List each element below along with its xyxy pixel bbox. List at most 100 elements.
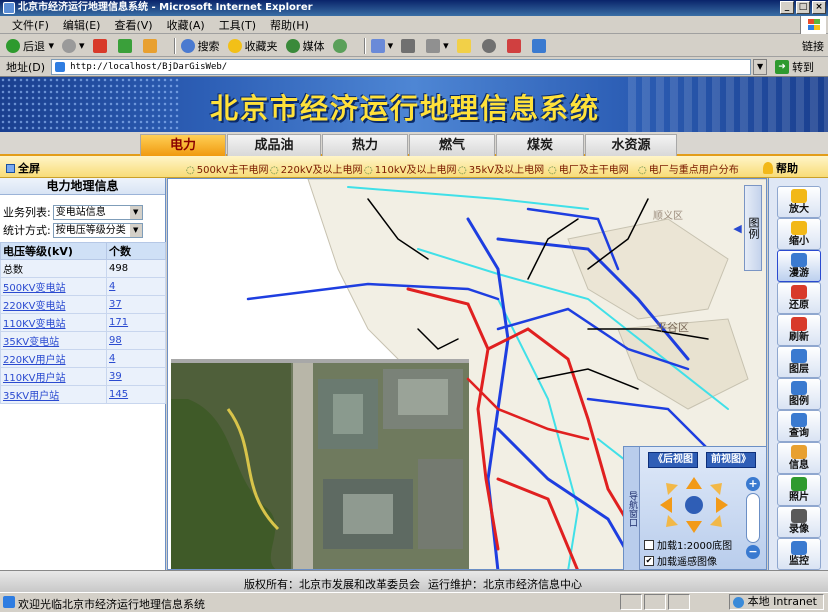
load-imagery-label: 加载遥感图像 xyxy=(657,557,717,568)
print-button[interactable] xyxy=(401,38,418,53)
subnav-link-220kv[interactable]: ◌ 220kV及以上电网 xyxy=(270,161,362,176)
forward-view-button[interactable]: 前视图》 xyxy=(706,452,756,468)
subnav-link-500kv[interactable]: ◌ 500kV主干电网 xyxy=(186,161,268,176)
address-dropdown[interactable]: ▼ xyxy=(753,58,768,75)
subnav-link-35kv[interactable]: ◌ 35kV及以上电网 xyxy=(458,161,544,176)
tab-heat[interactable]: 热力 xyxy=(322,134,408,156)
tab-gas[interactable]: 燃气 xyxy=(409,134,495,156)
count-link[interactable]: 39 xyxy=(109,371,122,382)
checkbox-box[interactable] xyxy=(644,539,654,550)
count-link[interactable]: 145 xyxy=(109,389,128,400)
discuss-button[interactable] xyxy=(456,38,474,53)
substation-link[interactable]: 500KV变电站 xyxy=(3,283,66,294)
substation-link[interactable]: 35KV变电站 xyxy=(3,337,59,348)
checkbox-box[interactable]: ✔ xyxy=(644,555,654,566)
fullscreen-button[interactable]: 全屏 xyxy=(6,160,40,176)
zoom-plus-button[interactable]: + xyxy=(746,477,760,491)
tool-monitor-button[interactable]: 监控 xyxy=(777,538,821,570)
minimize-button[interactable]: _ xyxy=(780,1,794,14)
menu-tools[interactable]: 工具(T) xyxy=(219,17,256,33)
forward-button[interactable]: ▾ xyxy=(62,38,85,53)
table-row[interactable]: 110KV变电站 171 xyxy=(0,313,166,332)
tool-info-button[interactable]: 信息 xyxy=(777,442,821,474)
stat-method-select[interactable]: 按电压等级分类 xyxy=(52,222,143,238)
count-link[interactable]: 37 xyxy=(109,299,122,310)
tool-restore-button[interactable]: 还原 xyxy=(777,282,821,314)
tab-oil[interactable]: 成品油 xyxy=(227,134,321,156)
maximize-button[interactable]: □ xyxy=(796,1,810,14)
table-row[interactable]: 110KV用户站 39 xyxy=(0,367,166,386)
translate-button[interactable] xyxy=(531,38,549,53)
tab-electricity[interactable]: 电力 xyxy=(140,134,226,156)
menu-file[interactable]: 文件(F) xyxy=(12,17,49,33)
tool-query-button[interactable]: 查询 xyxy=(777,410,821,442)
table-row[interactable]: 35KV用户站 145 xyxy=(0,385,166,404)
go-button[interactable]: ➜ 转到 xyxy=(775,59,814,75)
count-link[interactable]: 171 xyxy=(109,317,128,328)
zoom-minus-button[interactable]: − xyxy=(746,545,760,559)
substation-link[interactable]: 35KV用户站 xyxy=(3,391,59,402)
tool-zoom-out-button[interactable]: 缩小 xyxy=(777,218,821,250)
direction-pad[interactable] xyxy=(654,475,734,535)
links-label[interactable]: 链接 xyxy=(802,38,824,54)
business-list-select[interactable]: 变电站信息 xyxy=(52,204,143,220)
tab-coal[interactable]: 煤炭 xyxy=(496,134,584,156)
subnav-link-plants-users[interactable]: ◌ 电厂与重点用户分布 xyxy=(638,161,739,176)
menu-view[interactable]: 查看(V) xyxy=(114,17,152,33)
refresh-page-button[interactable] xyxy=(117,38,135,53)
zoom-slider[interactable] xyxy=(746,493,760,543)
arrow-upleft-icon[interactable] xyxy=(666,483,678,495)
tool-zoom-in-button[interactable]: 放大 xyxy=(777,186,821,218)
arrow-down-icon[interactable] xyxy=(686,521,702,533)
messenger-button[interactable] xyxy=(481,38,499,53)
menu-favorites[interactable]: 收藏(A) xyxy=(167,17,205,33)
mail-button[interactable]: ▾ xyxy=(370,38,393,53)
tool-layers-button[interactable]: 图层 xyxy=(777,346,821,378)
load-basemap-checkbox[interactable]: 加载1:2000底图 xyxy=(644,537,732,552)
menu-help[interactable]: 帮助(H) xyxy=(270,17,309,33)
arrow-left-icon[interactable] xyxy=(660,497,672,513)
table-row[interactable]: 220KV变电站 37 xyxy=(0,295,166,314)
close-button[interactable]: × xyxy=(812,1,826,14)
menu-bar: 文件(F) 编辑(E) 查看(V) 收藏(A) 工具(T) 帮助(H) xyxy=(0,16,828,34)
count-link[interactable]: 4 xyxy=(109,281,115,292)
substation-link[interactable]: 110KV变电站 xyxy=(3,319,66,330)
back-button[interactable]: 后退 ▾ xyxy=(6,38,54,54)
search-button[interactable]: 搜索 xyxy=(180,38,220,54)
legend-tab[interactable]: 图例 ◀ xyxy=(731,185,762,271)
arrow-downright-icon[interactable] xyxy=(710,515,722,527)
tab-water[interactable]: 水资源 xyxy=(585,134,677,156)
favorites-button[interactable]: 收藏夹 xyxy=(227,38,278,54)
tool-legend-button[interactable]: 图例 xyxy=(777,378,821,410)
arrow-up-icon[interactable] xyxy=(686,477,702,489)
tool-pan-hand-button[interactable]: 漫游 xyxy=(777,250,821,282)
arrow-right-icon[interactable] xyxy=(716,497,728,513)
home-button[interactable] xyxy=(142,38,160,53)
media-button[interactable]: 媒体 xyxy=(285,38,325,54)
subnav-link-plants-grid[interactable]: ◌ 电厂及主干电网 xyxy=(548,161,629,176)
history-button[interactable] xyxy=(332,38,350,53)
back-view-button[interactable]: 《后视图 xyxy=(648,452,698,468)
menu-edit[interactable]: 编辑(E) xyxy=(63,17,101,33)
edit-button[interactable]: ▾ xyxy=(426,38,449,53)
research-button[interactable] xyxy=(506,38,524,53)
substation-link[interactable]: 110KV用户站 xyxy=(3,373,66,384)
address-input[interactable]: http://localhost/BjDarGisWeb/ xyxy=(51,58,752,75)
load-imagery-checkbox[interactable]: ✔ 加载遥感图像 xyxy=(644,553,717,568)
tool-video-button[interactable]: 录像 xyxy=(777,506,821,538)
center-globe-icon[interactable] xyxy=(685,496,703,514)
stop-button[interactable] xyxy=(92,38,110,53)
table-row[interactable]: 35KV变电站 98 xyxy=(0,331,166,350)
count-link[interactable]: 98 xyxy=(109,335,122,346)
tool-refresh-button[interactable]: 刷新 xyxy=(777,314,821,346)
arrow-upright-icon[interactable] xyxy=(710,483,722,495)
subnav-link-110kv[interactable]: ◌ 110kV及以上电网 xyxy=(364,161,456,176)
help-button[interactable]: 帮助 xyxy=(763,160,798,176)
table-row[interactable]: 220KV用户站 4 xyxy=(0,349,166,368)
count-link[interactable]: 4 xyxy=(109,353,115,364)
arrow-downleft-icon[interactable] xyxy=(666,515,678,527)
substation-link[interactable]: 220KV用户站 xyxy=(3,355,66,366)
table-row[interactable]: 500KV变电站 4 xyxy=(0,277,166,296)
substation-link[interactable]: 220KV变电站 xyxy=(3,301,66,312)
tool-photo-button[interactable]: 照片 xyxy=(777,474,821,506)
